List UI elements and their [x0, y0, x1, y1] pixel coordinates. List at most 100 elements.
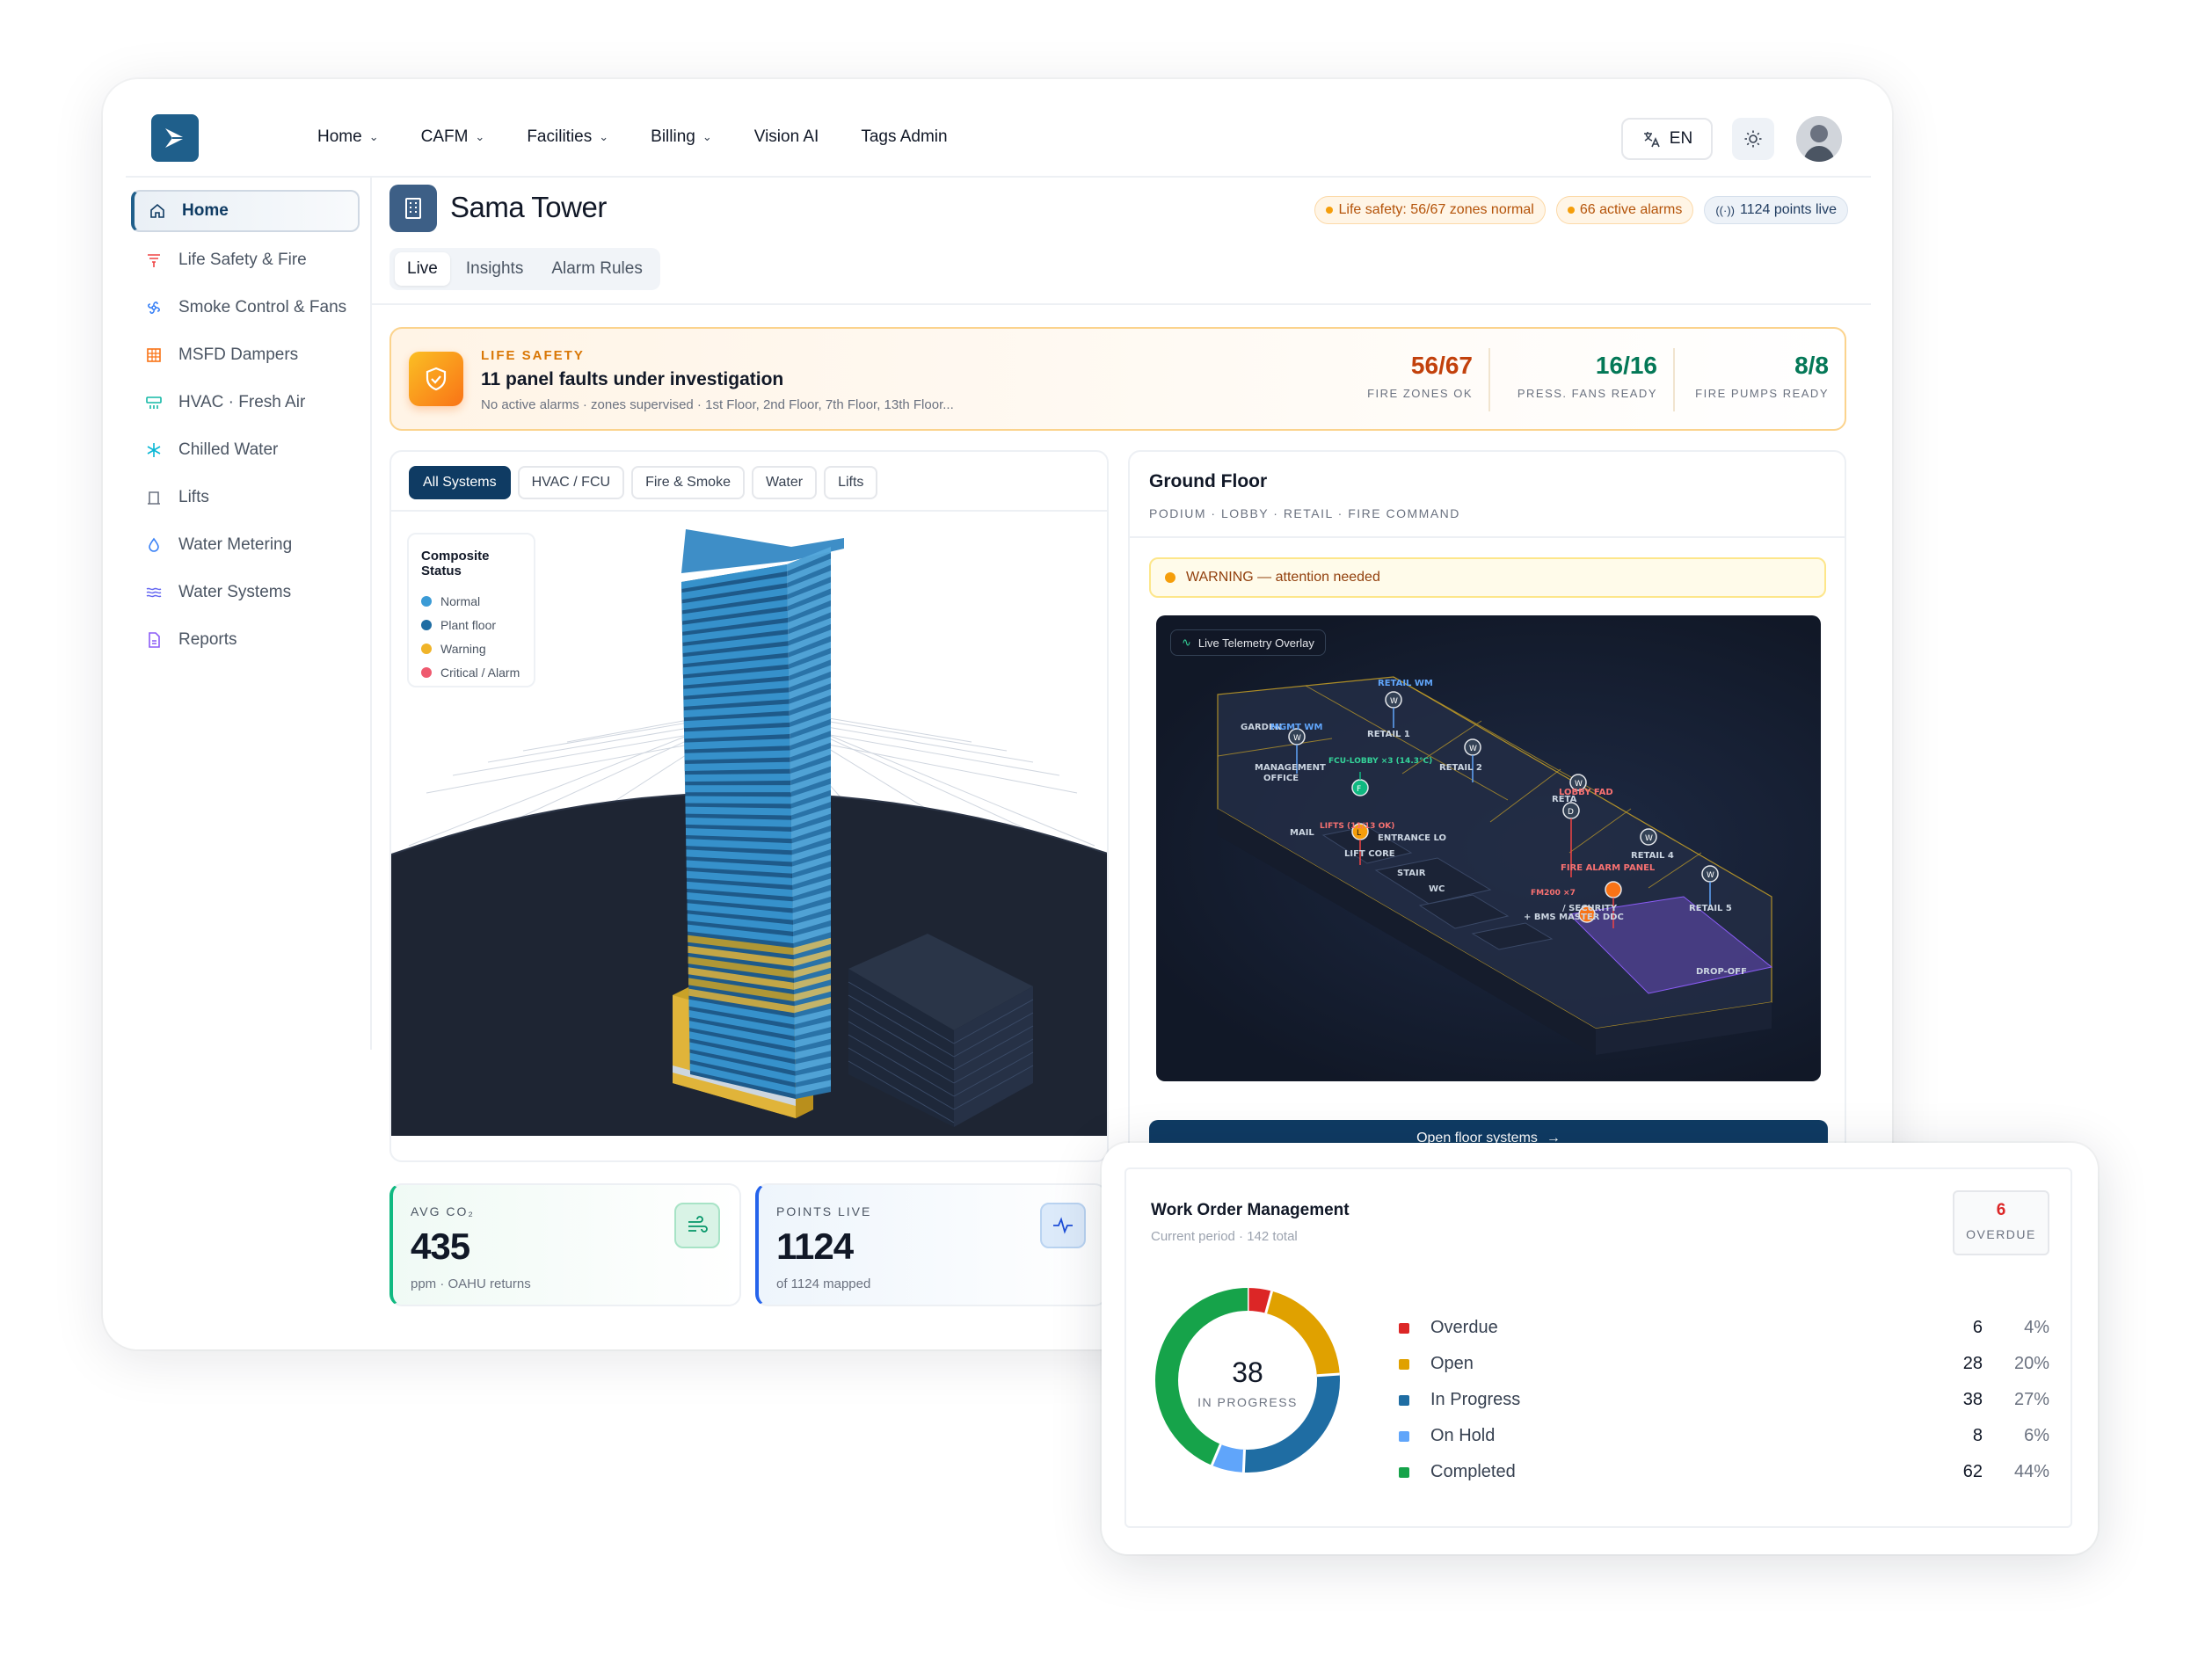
header-divider: [372, 303, 1871, 305]
svg-text:MGMT WM: MGMT WM: [1270, 723, 1322, 732]
svg-text:RETAIL 1: RETAIL 1: [1367, 730, 1410, 739]
nav-item-billing[interactable]: Billing ⌄: [651, 127, 712, 147]
sidebar-item-label: HVAC · Fresh Air: [178, 393, 306, 411]
tab-alarm-rules[interactable]: Alarm Rules: [539, 252, 654, 286]
legend-pct: 20%: [2013, 1354, 2049, 1373]
svg-text:RETAIL 2: RETAIL 2: [1439, 763, 1482, 773]
chevron-down-icon: ⌄: [368, 130, 379, 143]
svg-text:FIRE ALARM PANEL: FIRE ALARM PANEL: [1561, 863, 1656, 873]
pulse-icon: ∿: [1182, 636, 1191, 649]
sidebar-item-water-systems[interactable]: Water Systems: [131, 571, 360, 614]
sidebar-item-smoke-control[interactable]: Smoke Control & Fans: [131, 287, 360, 329]
svg-text:RETAIL 5: RETAIL 5: [1689, 904, 1732, 913]
sidebar-item-home[interactable]: Home: [131, 190, 360, 232]
nav-label: Vision AI: [753, 127, 819, 146]
legend-label: Plant floor: [440, 617, 497, 632]
svg-text:RETAIL 4: RETAIL 4: [1631, 851, 1674, 861]
legend-pct: 27%: [2013, 1390, 2049, 1409]
donut-segment-overdue[interactable]: [1247, 1288, 1272, 1313]
telemetry-overlay-tag[interactable]: ∿ Live Telemetry Overlay: [1170, 629, 1326, 656]
legend-swatch: [1399, 1394, 1409, 1406]
sidebar-item-hvac[interactable]: HVAC · Fresh Air: [131, 382, 360, 424]
sidebar-item-msfd-dampers[interactable]: MSFD Dampers: [131, 334, 360, 376]
donut-center-label: IN PROGRESS: [1197, 1395, 1298, 1409]
logo-icon: [165, 128, 185, 148]
svg-text:W: W: [1390, 697, 1398, 706]
nav-label: Home: [317, 127, 362, 146]
app-logo[interactable]: [151, 114, 199, 162]
donut-separator: [1241, 1449, 1247, 1473]
sidebar-item-reports[interactable]: Reports: [131, 619, 360, 661]
legend-item-plant-floor: Plant floor: [421, 613, 521, 636]
legend-row-in-progress[interactable]: In Progress 38 27%: [1399, 1382, 2049, 1418]
tab-insights[interactable]: Insights: [454, 252, 535, 286]
svg-text:FCU-LOBBY ×3 (14.3°C): FCU-LOBBY ×3 (14.3°C): [1328, 757, 1432, 766]
life-safety-badge[interactable]: Life safety: 56/67 zones normal: [1314, 196, 1546, 224]
metric-card-co2[interactable]: AVG CO₂ 435 ppm · OAHU returns: [389, 1183, 741, 1306]
sidebar-item-chilled-water[interactable]: Chilled Water: [131, 429, 360, 471]
svg-text:W: W: [1645, 834, 1653, 843]
svg-text:MAIL: MAIL: [1290, 828, 1314, 838]
nav-item-home[interactable]: Home ⌄: [317, 127, 379, 147]
svg-text:WC: WC: [1429, 884, 1445, 894]
sidebar-item-water-metering[interactable]: Water Metering: [131, 524, 360, 566]
legend-swatch: [421, 643, 432, 654]
system-filters: All Systems HVAC / FCU Fire & Smoke Wate…: [409, 466, 878, 499]
filter-fire-smoke[interactable]: Fire & Smoke: [631, 466, 745, 499]
tower-floor-band: [685, 796, 791, 804]
points-live-badge[interactable]: ((·)) 1124 points live: [1704, 196, 1848, 224]
metric-card-points-live[interactable]: POINTS LIVE 1124 of 1124 mapped: [755, 1183, 1107, 1306]
svg-text:DROP-OFF: DROP-OFF: [1696, 967, 1747, 977]
filter-lifts[interactable]: Lifts: [824, 466, 878, 499]
legend-label: Normal: [440, 593, 481, 608]
legend-swatch: [421, 619, 432, 630]
sidebar-item-lifts[interactable]: Lifts: [131, 476, 360, 519]
donut-segment-on-hold[interactable]: [1212, 1444, 1245, 1473]
nav-item-vision-ai[interactable]: Vision AI: [754, 127, 819, 147]
sidebar-item-label: Reports: [178, 630, 237, 649]
filter-all-systems[interactable]: All Systems: [409, 466, 511, 499]
home-icon: [147, 200, 168, 222]
work-order-donut-chart[interactable]: 38 IN PROGRESS: [1151, 1284, 1344, 1477]
legend-row-on-hold[interactable]: On Hold 8 6%: [1399, 1418, 2049, 1454]
filter-hvac-fcu[interactable]: HVAC / FCU: [517, 466, 625, 499]
sidebar-item-label: Water Systems: [178, 583, 292, 601]
legend-pct: 4%: [2024, 1318, 2049, 1337]
stat-fire-pumps: 8/8 FIRE PUMPS READY: [1653, 352, 1829, 400]
legend-row-open[interactable]: Open 28 20%: [1399, 1346, 2049, 1382]
svg-text:LIFT CORE: LIFT CORE: [1344, 849, 1395, 859]
legend-row-completed[interactable]: Completed 62 44%: [1399, 1454, 2049, 1490]
floor-plan-view[interactable]: W W W F L W D W W RETAIL WM GARDEN MGMT …: [1156, 615, 1821, 1081]
stat-label: FIRE ZONES OK: [1367, 387, 1473, 400]
nav-item-cafm[interactable]: CAFM ⌄: [421, 127, 485, 147]
view-tabs: Live Insights Alarm Rules: [389, 248, 660, 290]
language-button[interactable]: EN: [1621, 118, 1713, 160]
filter-water[interactable]: Water: [751, 466, 818, 499]
legend-label: On Hold: [1430, 1426, 1496, 1445]
svg-text:FM200 ×7: FM200 ×7: [1531, 889, 1576, 898]
nav-item-facilities[interactable]: Facilities ⌄: [527, 127, 608, 147]
legend-item-normal: Normal: [421, 589, 521, 613]
nav-item-tags-admin[interactable]: Tags Admin: [861, 127, 947, 147]
overdue-summary[interactable]: 6 OVERDUE: [1953, 1190, 2049, 1255]
tab-live[interactable]: Live: [395, 252, 450, 286]
legend-label: Warning: [440, 641, 486, 656]
legend-item-critical: Critical / Alarm: [421, 660, 521, 684]
donut-segment-open[interactable]: [1265, 1291, 1340, 1377]
active-alarms-badge[interactable]: 66 active alarms: [1555, 196, 1694, 224]
sidebar-item-life-safety[interactable]: Life Safety & Fire: [131, 239, 360, 281]
theme-toggle-button[interactable]: [1732, 118, 1774, 160]
legend-count: 28: [1962, 1354, 1983, 1373]
user-avatar[interactable]: [1796, 116, 1842, 162]
metric-key: POINTS LIVE: [776, 1204, 872, 1218]
metric-value: 435: [411, 1225, 470, 1267]
sidebar-item-label: Chilled Water: [178, 440, 279, 459]
svg-text:+ BMS MASTER DDC: + BMS MASTER DDC: [1524, 913, 1624, 922]
legend-item-warning: Warning: [421, 636, 521, 660]
composite-status-legend: Composite Status Normal Plant floor Warn…: [407, 533, 535, 687]
life-safety-banner[interactable]: LIFE SAFETY 11 panel faults under invest…: [389, 327, 1846, 431]
legend-count: 38: [1962, 1390, 1983, 1409]
legend-row-overdue[interactable]: Overdue 6 4%: [1399, 1310, 2049, 1346]
legend-label: Open: [1430, 1354, 1474, 1373]
sidebar-item-label: Smoke Control & Fans: [178, 298, 347, 316]
